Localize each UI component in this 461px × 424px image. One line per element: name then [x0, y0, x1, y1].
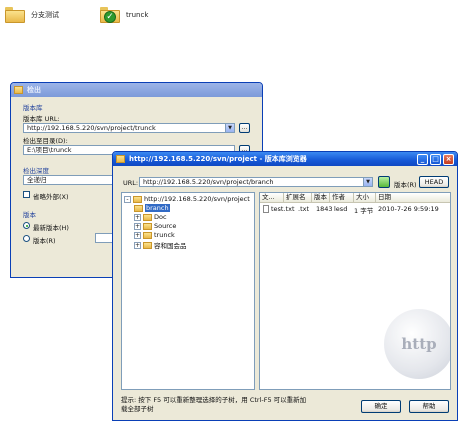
- browser-url-value: http://192.168.5.220/svn/project/branch: [143, 178, 274, 186]
- omit-externals-checkbox[interactable]: [23, 191, 30, 198]
- folder-icon: [5, 7, 25, 23]
- tortoise-icon: [116, 155, 125, 163]
- desktop-folder-trunck[interactable]: ✓ trunck: [100, 7, 148, 23]
- expand-icon[interactable]: +: [134, 231, 141, 239]
- dir-label: 检出至目录(D):: [23, 137, 68, 145]
- text-file-icon: [263, 205, 269, 213]
- tree-item-label: http://192.168.5.220/svn/project: [144, 195, 250, 203]
- minimize-icon[interactable]: _: [417, 153, 428, 165]
- cell-date: 2010-7-26 9:59:19: [378, 205, 439, 213]
- svn-folder-icon: ✓: [100, 7, 120, 23]
- file-list-panel[interactable]: 文... 扩展名 版本 作者 大小 日期 test.txt .txt 1843 …: [259, 192, 451, 390]
- repo-tree-panel[interactable]: - http://192.168.5.220/svn/project branc…: [121, 192, 255, 390]
- expand-icon[interactable]: +: [134, 241, 141, 249]
- cell-file: test.txt: [271, 205, 295, 213]
- dropdown-arrow-icon[interactable]: ▼: [225, 124, 234, 132]
- checkout-titlebar[interactable]: 检出: [11, 83, 262, 97]
- repo-browser-window: http://192.168.5.220/svn/project - 版本库浏览…: [112, 151, 458, 421]
- desktop-folder-branch-test[interactable]: 分支测试: [5, 7, 59, 23]
- column-header-date[interactable]: 日期: [376, 193, 450, 203]
- column-header-size[interactable]: 大小: [354, 193, 376, 203]
- cell-rev: 1843: [316, 205, 333, 213]
- tree-item-label: trunck: [154, 231, 175, 239]
- tree-item-label: branch: [145, 204, 170, 212]
- column-header-file[interactable]: 文...: [260, 193, 284, 203]
- browse-url-button[interactable]: ...: [239, 123, 250, 133]
- repo-group-label: 版本库: [23, 104, 43, 112]
- desktop-item-label: trunck: [126, 11, 149, 19]
- revision-radio[interactable]: [23, 235, 30, 242]
- tree-item-root[interactable]: - http://192.168.5.220/svn/project: [124, 195, 250, 203]
- dropdown-arrow-icon[interactable]: ▼: [363, 178, 372, 186]
- help-button[interactable]: 帮助: [409, 400, 449, 413]
- ok-button[interactable]: 确定: [361, 400, 401, 413]
- depth-group-label: 检出深度: [23, 167, 49, 175]
- http-watermark: http: [384, 309, 450, 379]
- cell-ext: .txt: [298, 205, 310, 213]
- maximize-icon[interactable]: □: [430, 153, 441, 165]
- cell-author: lesd: [334, 205, 348, 213]
- depth-select[interactable]: 全递归: [23, 175, 115, 185]
- tortoise-icon: [14, 86, 23, 94]
- tree-item-source[interactable]: + Source: [134, 222, 176, 230]
- repo-root-icon: [133, 195, 142, 203]
- hint-text: 提示: 按下 F5 可以重新整理选择的子树，用 Ctrl-F5 可以重新加载全部…: [121, 396, 307, 413]
- browser-url-combobox[interactable]: http://192.168.5.220/svn/project/branch …: [139, 177, 373, 187]
- folder-icon: [143, 222, 152, 230]
- desktop-item-label: 分支测试: [31, 11, 59, 19]
- close-icon[interactable]: ×: [443, 153, 454, 165]
- revision-group-label: 版本: [23, 211, 36, 219]
- collapse-icon[interactable]: -: [124, 195, 131, 203]
- revision-label: 版本(R): [394, 181, 417, 189]
- expand-icon[interactable]: +: [134, 213, 141, 221]
- repo-browser-title: http://192.168.5.220/svn/project - 版本库浏览…: [129, 155, 307, 163]
- column-header-author[interactable]: 作者: [330, 193, 354, 203]
- check-overlay-icon: ✓: [104, 11, 116, 23]
- repo-url-combobox[interactable]: http://192.168.5.220/svn/project/trunck …: [23, 123, 235, 133]
- omit-externals-label: 省略外部(X): [33, 193, 69, 201]
- tree-item-doc[interactable]: + Doc: [134, 213, 167, 221]
- url-label: URL:: [123, 179, 139, 187]
- column-header-ext[interactable]: 扩展名: [284, 193, 312, 203]
- checkout-title: 检出: [27, 86, 41, 94]
- checkout-dir-value: E:\项目\trunck: [27, 146, 72, 154]
- folder-icon: [134, 204, 143, 212]
- expand-icon[interactable]: +: [134, 222, 141, 230]
- tree-item-label: Doc: [154, 213, 167, 221]
- column-header-rev[interactable]: 版本: [312, 193, 330, 203]
- head-button[interactable]: HEAD: [419, 176, 449, 188]
- cell-size: 1 字节: [354, 207, 374, 215]
- head-revision-radio[interactable]: [23, 222, 30, 229]
- head-revision-label: 最新版本(H): [33, 224, 69, 232]
- tree-item-label: Source: [154, 222, 177, 230]
- tree-item-label: 容和国会品: [154, 242, 187, 250]
- repo-browser-titlebar[interactable]: http://192.168.5.220/svn/project - 版本库浏览…: [113, 152, 457, 166]
- refresh-icon[interactable]: [378, 176, 390, 188]
- url-label: 版本库 URL:: [23, 115, 60, 123]
- folder-icon: [143, 231, 152, 239]
- tree-item-branch[interactable]: branch: [134, 204, 170, 212]
- folder-icon: [143, 213, 152, 221]
- revision-label: 版本(R): [33, 237, 56, 245]
- folder-icon: [143, 241, 152, 249]
- depth-value: 全递归: [27, 176, 47, 184]
- tree-item-misc[interactable]: + 容和国会品: [134, 240, 187, 250]
- tree-item-trunck[interactable]: + trunck: [134, 231, 175, 239]
- table-row[interactable]: test.txt .txt 1843 lesd 1 字节 2010-7-26 9…: [260, 205, 450, 215]
- repo-url-value: http://192.168.5.220/svn/project/trunck: [27, 124, 156, 132]
